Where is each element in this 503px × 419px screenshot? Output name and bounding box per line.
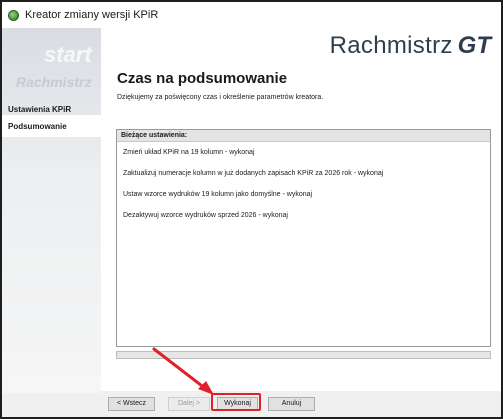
wizard-window: Kreator zmiany wersji KPiR Rachmistrz GT…	[0, 0, 503, 419]
settings-line: Zaktualizuj numeracje kolumn w już dodan…	[123, 170, 384, 177]
sidebar-watermark: Rachmistrz	[16, 74, 92, 90]
settings-header: Bieżące ustawienia:	[117, 130, 490, 142]
page-description: Dziękujemy za poświęcony czas i określen…	[117, 94, 324, 101]
cancel-button[interactable]: Anuluj	[268, 397, 315, 411]
app-icon	[8, 9, 19, 21]
sidebar-watermark: start	[44, 42, 92, 67]
window-title: Kreator zmiany wersji KPiR	[25, 9, 159, 21]
brand-logo: Rachmistrz GT	[330, 32, 491, 60]
annotation-arrow-icon	[152, 347, 214, 395]
settings-summary-box[interactable]: Bieżące ustawienia: Zmień układ KPiR na …	[116, 129, 491, 347]
brand-name: Rachmistrz	[329, 32, 453, 59]
settings-line: Ustaw wzorce wydruków 19 kolumn jako dom…	[123, 191, 313, 198]
title-bar: Kreator zmiany wersji KPiR	[2, 2, 501, 28]
sidebar-item-podsumowanie[interactable]: Podsumowanie	[2, 115, 101, 137]
settings-line: Zmień układ KPiR na 19 kolumn - wykonaj	[123, 149, 255, 156]
back-button[interactable]: < Wstecz	[108, 397, 155, 411]
brand-suffix: GT	[457, 32, 491, 59]
sidebar: start Rachmistrz Ustawienia KPiR Podsumo…	[2, 28, 101, 393]
settings-line: Dezaktywuj wzorce wydruków sprzed 2026 -…	[123, 212, 288, 219]
main-panel: Czas na podsumowanie Dziękujemy za poświ…	[101, 68, 501, 385]
page-title: Czas na podsumowanie	[117, 70, 288, 87]
